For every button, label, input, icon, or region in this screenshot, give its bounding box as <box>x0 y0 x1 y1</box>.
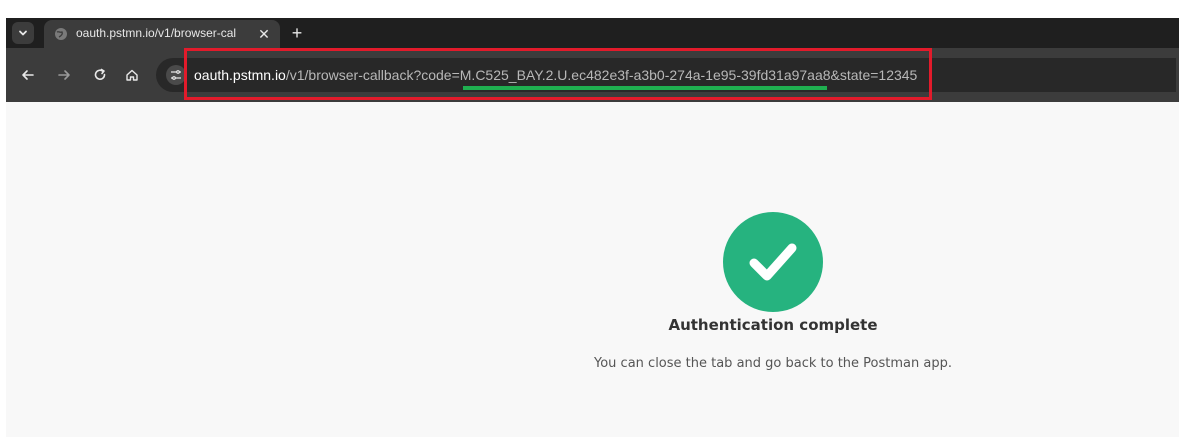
reload-button[interactable] <box>88 63 112 87</box>
forward-button[interactable] <box>52 63 76 87</box>
code-underline <box>463 86 827 90</box>
tune-icon <box>171 70 181 80</box>
tab-search-button[interactable] <box>12 22 34 44</box>
checkmark-icon <box>749 243 797 281</box>
new-tab-button[interactable]: + <box>286 22 308 44</box>
forward-arrow-icon <box>58 70 70 80</box>
back-arrow-icon <box>22 70 34 80</box>
globe-icon <box>55 28 67 40</box>
url-highlight-box <box>184 48 932 100</box>
tab-bar: oauth.pstmn.io/v1/browser-call ✕ + <box>6 18 1179 48</box>
reload-icon <box>94 68 106 81</box>
tab-title: oauth.pstmn.io/v1/browser-call <box>76 26 236 40</box>
page-content: Authentication complete You can close th… <box>6 102 1179 437</box>
top-margin <box>0 0 1179 18</box>
chevron-down-icon <box>19 30 27 36</box>
site-info-button[interactable] <box>166 65 186 85</box>
tab-close-button[interactable]: ✕ <box>254 24 274 44</box>
success-badge <box>723 212 823 312</box>
back-button[interactable] <box>16 63 40 87</box>
browser-tab[interactable]: oauth.pstmn.io/v1/browser-call ✕ <box>44 20 280 48</box>
home-icon <box>126 69 138 81</box>
auth-title: Authentication complete <box>668 316 878 334</box>
home-button[interactable] <box>120 63 144 87</box>
auth-message: You can close the tab and go back to the… <box>594 356 952 371</box>
